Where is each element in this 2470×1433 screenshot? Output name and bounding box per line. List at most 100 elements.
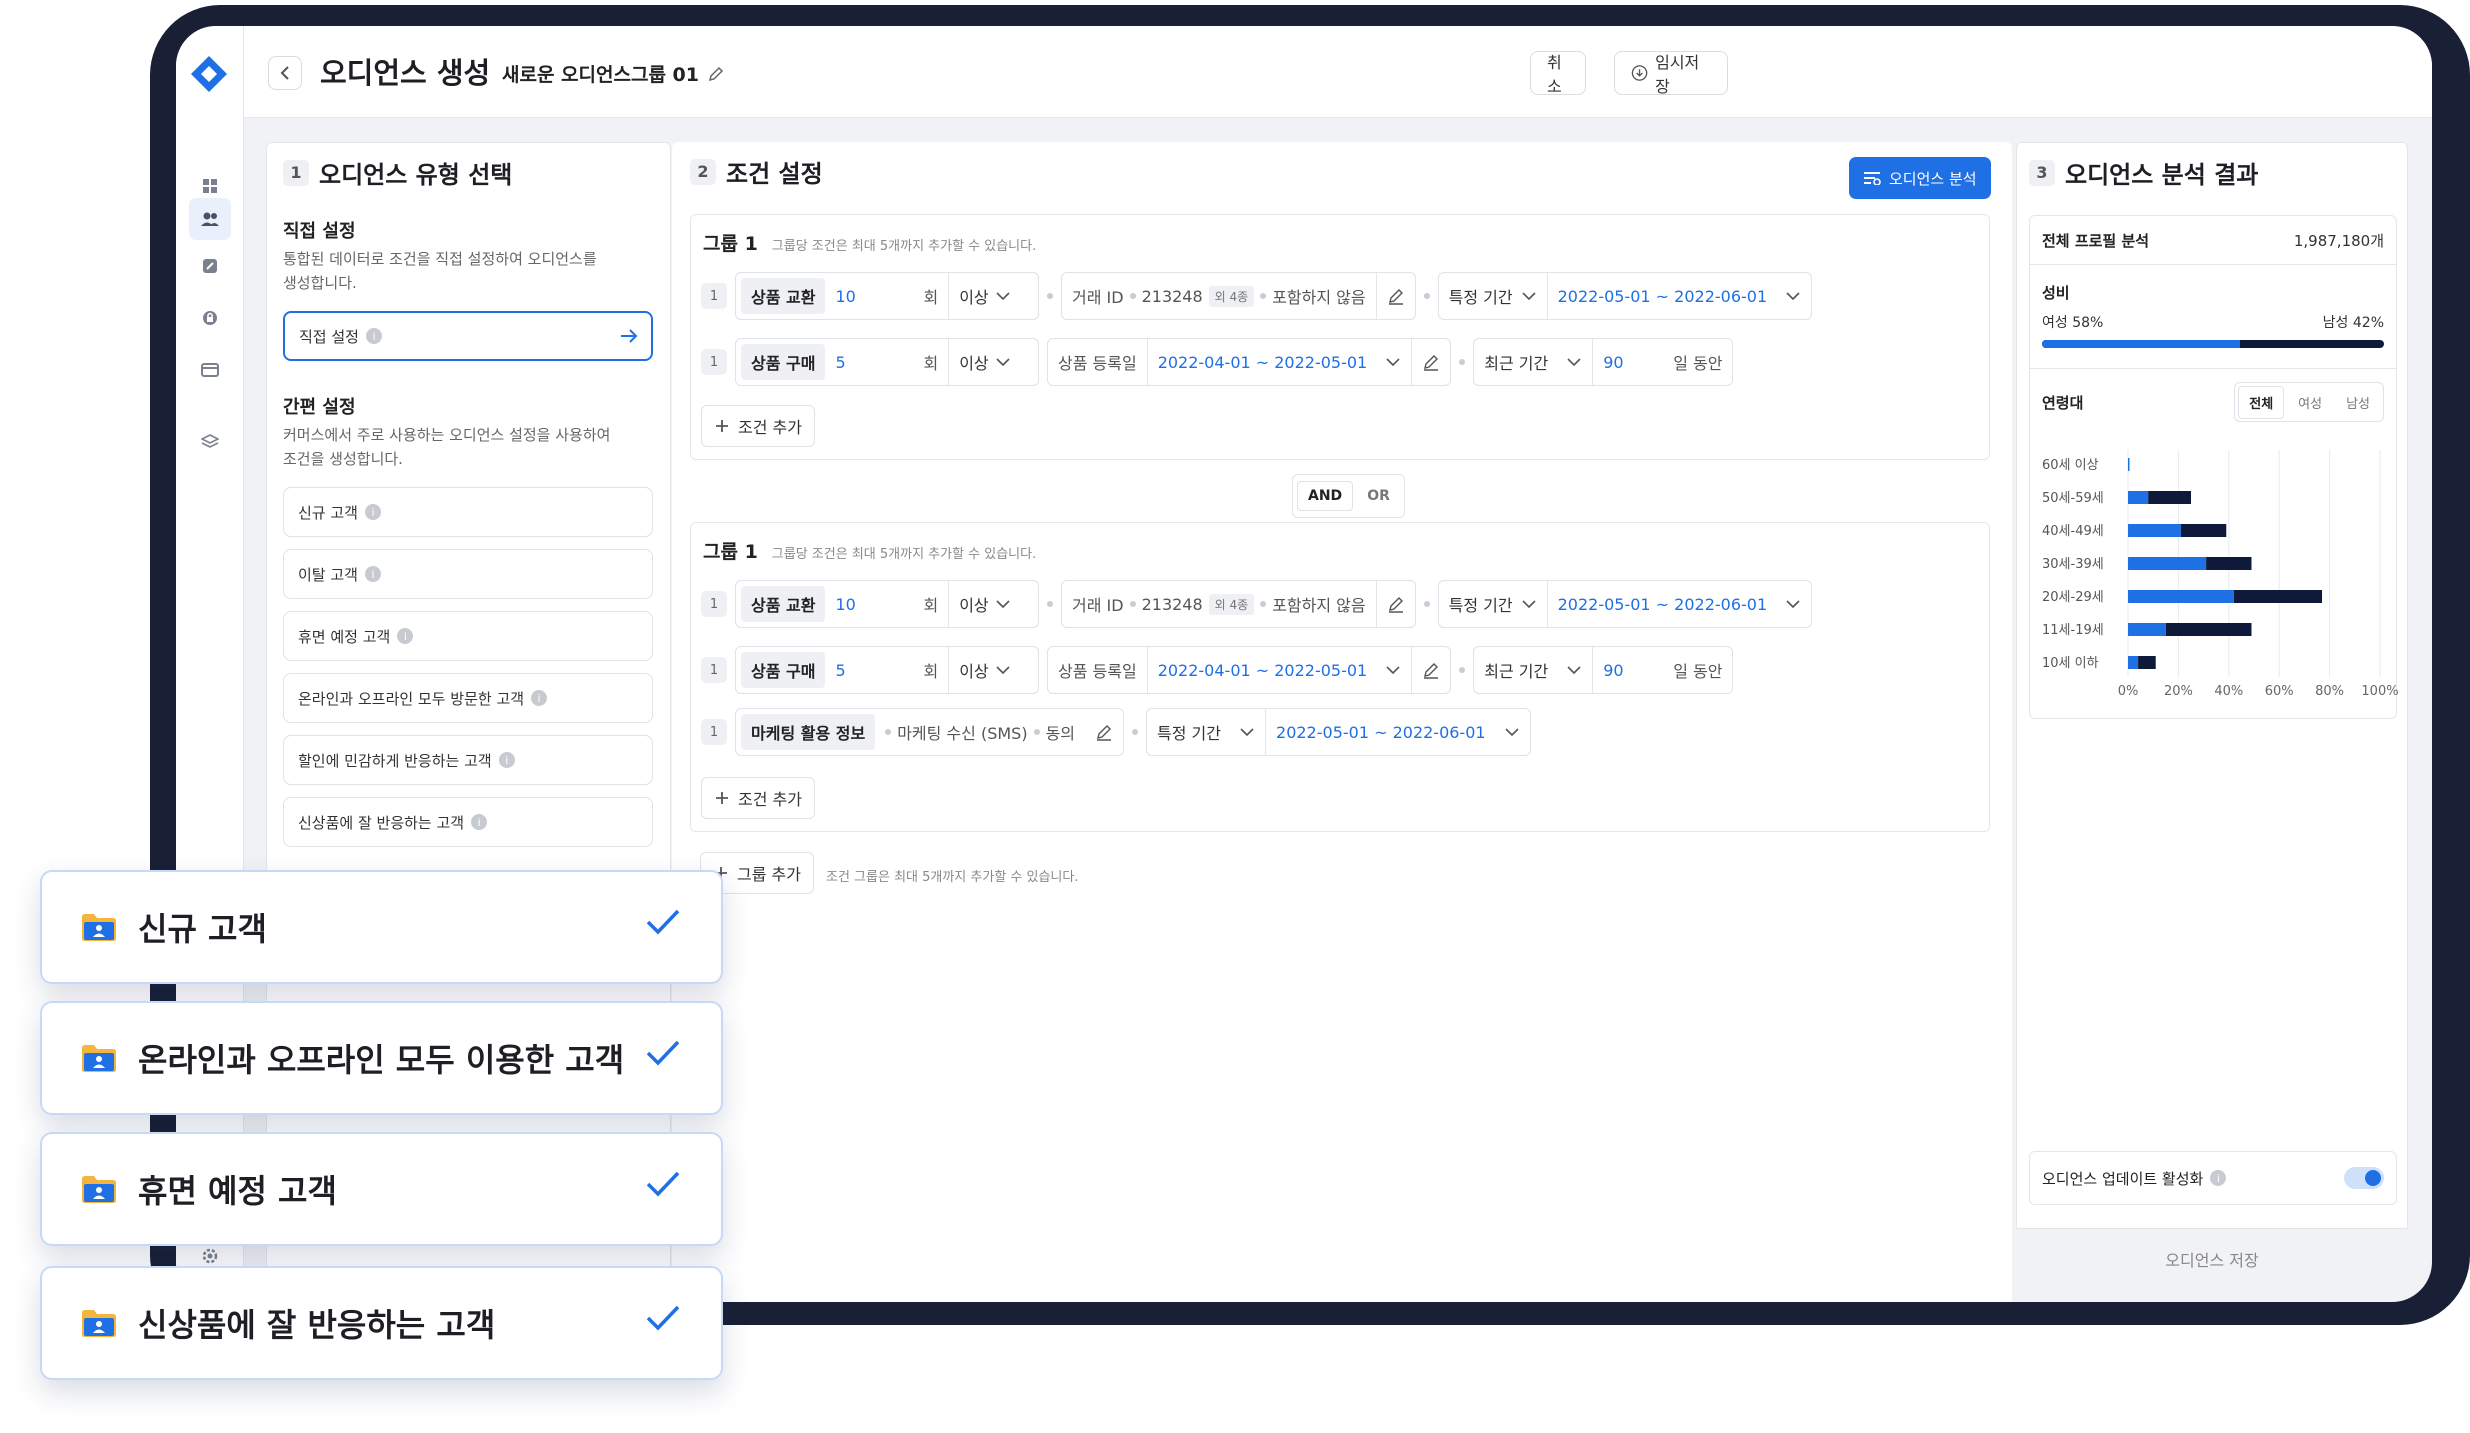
quick-option-new-product-customer[interactable]: 신상품에 잘 반응하는 고객 i <box>283 797 653 847</box>
step3-title: 오디언스 분석 결과 <box>2065 161 2259 189</box>
edit-filter-button[interactable] <box>1412 339 1450 385</box>
quick-option-discount-customer[interactable]: 할인에 민감하게 반응하는 고객 i <box>283 735 653 785</box>
operator-label: 이상 <box>959 596 989 615</box>
update-toggle-switch[interactable] <box>2344 1167 2384 1189</box>
filter-label: 거래 ID <box>1072 288 1124 307</box>
condition-metric-box[interactable]: 상품 교환 10 회 이상 <box>735 580 1039 628</box>
age-filter-tabs[interactable]: 전체 여성 남성 <box>2234 382 2384 422</box>
operator-select[interactable]: 이상 <box>949 647 1020 693</box>
group-logic-toggle[interactable]: AND OR <box>1292 474 1405 518</box>
card-icon[interactable] <box>196 356 224 384</box>
x-tick-label: 20% <box>2164 684 2193 698</box>
quick-option-omnichannel-customer[interactable]: 온라인과 오프라인 모두 방문한 고객 i <box>283 673 653 723</box>
tab-female[interactable]: 여성 <box>2288 387 2332 418</box>
date-range-select[interactable]: 2022-04-01 ~ 2022-05-01 <box>1148 339 1412 385</box>
operator-select[interactable]: 이상 <box>949 339 1020 385</box>
operator-select[interactable]: 이상 <box>949 273 1020 319</box>
edit-filter-button[interactable] <box>1085 709 1123 755</box>
filter-box[interactable]: 거래 ID 213248 외 4종 포함하지 않음 <box>1061 580 1416 628</box>
bar-female <box>2128 491 2149 504</box>
save-draft-button[interactable]: 임시저장 <box>1614 51 1728 96</box>
overlay-card-dormant-customer[interactable]: 휴면 예정 고객 <box>40 1132 723 1246</box>
days-value[interactable]: 90 <box>1593 647 1663 693</box>
date-range-select[interactable]: 2022-05-01 ~ 2022-06-01 <box>1266 709 1530 755</box>
overlay-card-omnichannel-customer[interactable]: 온라인과 오프라인 모두 이용한 고객 <box>40 1001 723 1115</box>
quick-option-dormant-customer[interactable]: 휴면 예정 고객 i <box>283 611 653 661</box>
condition-metric-box[interactable]: 상품 구매 5 회 이상 <box>735 338 1039 386</box>
count-value[interactable]: 10 <box>825 581 913 627</box>
filter-exclude: 포함하지 않음 <box>1272 596 1366 615</box>
overlay-card-new-product-customer[interactable]: 신상품에 잘 반응하는 고객 <box>40 1266 723 1380</box>
period-type-label: 특정 기간 <box>1157 724 1221 743</box>
analyze-audience-button[interactable]: 오디언스 분석 <box>1849 157 1991 199</box>
folder-user-icon <box>82 1045 116 1072</box>
tab-all[interactable]: 전체 <box>2238 385 2285 419</box>
period-type-select[interactable]: 특정 기간 <box>1439 273 1547 319</box>
add-condition-button[interactable]: 조건 추가 <box>701 405 815 447</box>
period-box[interactable]: 특정 기간 2022-05-01 ~ 2022-06-01 <box>1437 272 1813 320</box>
date-range-select[interactable]: 2022-05-01 ~ 2022-06-01 <box>1548 273 1812 319</box>
period-box[interactable]: 최근 기간 90 일 동안 <box>1473 338 1734 386</box>
back-button[interactable] <box>268 56 302 90</box>
audience-group-name[interactable]: 새로운 오디언스그룹 01 <box>502 60 725 87</box>
save-audience-button[interactable]: 오디언스 저장 <box>2016 1228 2408 1288</box>
row-connector-dot <box>1132 729 1139 735</box>
tab-male[interactable]: 남성 <box>2336 387 2380 418</box>
chevron-down-icon <box>996 666 1010 675</box>
date-range-select[interactable]: 2022-05-01 ~ 2022-06-01 <box>1548 581 1812 627</box>
quick-option-new-customer[interactable]: 신규 고객 i <box>283 487 653 537</box>
x-tick-label: 60% <box>2265 684 2294 698</box>
chevron-down-icon <box>1386 358 1400 367</box>
gender-ratio-bar <box>2042 340 2384 348</box>
quick-desc-1: 커머스에서 주로 사용하는 오디언스 설정을 사용하여 <box>283 426 611 444</box>
direct-setting-option[interactable]: 직접 설정 i <box>283 311 653 361</box>
cancel-button[interactable]: 취소 <box>1530 51 1586 96</box>
bar-female <box>2128 623 2166 636</box>
quick-option-label: 휴면 예정 고객 <box>298 627 391 646</box>
count-value[interactable]: 5 <box>825 647 913 693</box>
overlay-card-new-customer[interactable]: 신규 고객 <box>40 870 723 984</box>
lock-icon[interactable] <box>196 304 224 332</box>
edit-filter-button[interactable] <box>1377 581 1415 627</box>
chevron-down-icon <box>1504 728 1519 737</box>
operator-select[interactable]: 이상 <box>949 581 1020 627</box>
count-value[interactable]: 10 <box>825 273 913 319</box>
period-type-select[interactable]: 최근 기간 <box>1474 647 1592 693</box>
period-box[interactable]: 특정 기간 2022-05-01 ~ 2022-06-01 <box>1437 580 1813 628</box>
add-condition-button[interactable]: 조건 추가 <box>701 777 815 819</box>
condition-number: 1 <box>701 591 727 617</box>
period-type-select[interactable]: 특정 기간 <box>1439 581 1547 627</box>
audience-users-icon[interactable] <box>189 198 231 240</box>
condition-metric-box[interactable]: 상품 교환 10 회 이상 <box>735 272 1039 320</box>
filter-box[interactable]: 상품 등록일 2022-04-01 ~ 2022-05-01 <box>1047 646 1452 694</box>
date-range-select[interactable]: 2022-04-01 ~ 2022-05-01 <box>1148 647 1412 693</box>
days-value[interactable]: 90 <box>1593 339 1663 385</box>
edit-filter-button[interactable] <box>1377 273 1415 319</box>
checkmark-icon <box>646 1171 680 1197</box>
dashboard-icon[interactable] <box>196 172 224 200</box>
period-type-select[interactable]: 특정 기간 <box>1147 709 1265 755</box>
pencil-edit-icon[interactable] <box>707 65 725 83</box>
x-tick-label: 40% <box>2214 684 2243 698</box>
and-option[interactable]: AND <box>1297 481 1354 511</box>
filter-box[interactable]: 마케팅 활용 정보 마케팅 수신 (SMS) 동의 <box>735 708 1125 756</box>
period-box[interactable]: 최근 기간 90 일 동안 <box>1473 646 1734 694</box>
period-box[interactable]: 특정 기간 2022-05-01 ~ 2022-06-01 <box>1146 708 1531 756</box>
condition-metric-box[interactable]: 상품 구매 5 회 이상 <box>735 646 1039 694</box>
info-icon: i <box>365 328 382 344</box>
filter-box[interactable]: 거래 ID 213248 외 4종 포함하지 않음 <box>1061 272 1416 320</box>
filter-label: 상품 등록일 <box>1058 354 1137 373</box>
edit-filter-button[interactable] <box>1412 647 1450 693</box>
age-group-label: 10세 이하 <box>2042 656 2099 671</box>
quick-option-churned-customer[interactable]: 이탈 고객 i <box>283 549 653 599</box>
link-icon[interactable] <box>196 252 224 280</box>
condition-number: 1 <box>701 349 727 375</box>
filter-box[interactable]: 상품 등록일 2022-04-01 ~ 2022-05-01 <box>1047 338 1452 386</box>
layers-icon[interactable] <box>196 428 224 456</box>
pencil-edit-icon <box>1388 597 1403 613</box>
info-icon: i <box>531 690 548 706</box>
period-type-select[interactable]: 최근 기간 <box>1474 339 1592 385</box>
or-option[interactable]: OR <box>1357 482 1400 510</box>
count-value[interactable]: 5 <box>825 339 913 385</box>
folder-user-icon <box>82 1310 116 1337</box>
